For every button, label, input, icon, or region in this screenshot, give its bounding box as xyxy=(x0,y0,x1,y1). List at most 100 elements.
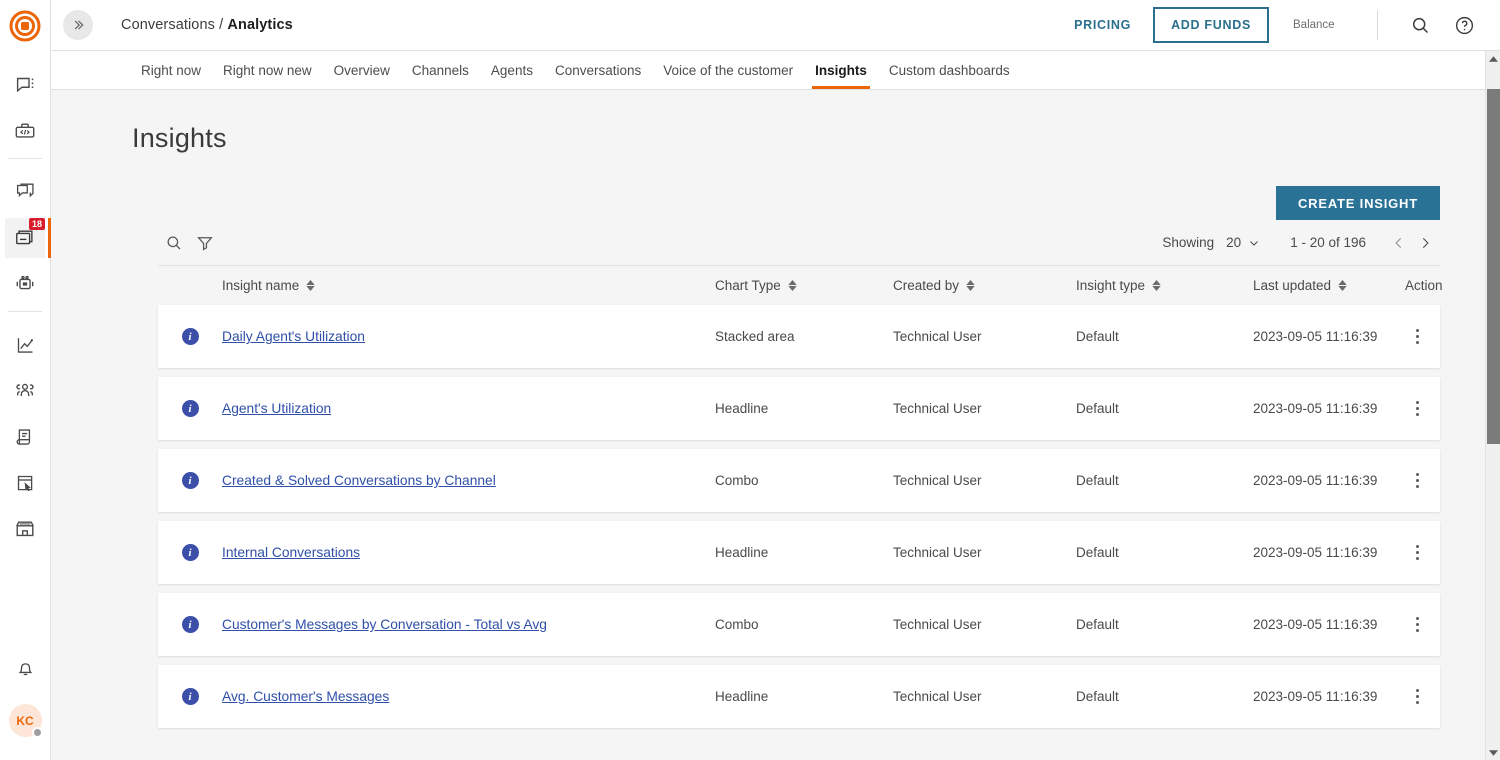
sidebar-item-marketplace[interactable] xyxy=(5,509,45,549)
search-list-button[interactable] xyxy=(160,229,188,257)
top-bar-right: PRICING ADD FUNDS Balance xyxy=(1074,7,1480,43)
row-created-by: Technical User xyxy=(893,473,1076,488)
app-logo[interactable] xyxy=(0,0,51,51)
filter-button[interactable] xyxy=(191,229,219,257)
row-name-cell: Internal Conversations xyxy=(222,545,715,560)
row-info-cell: i xyxy=(158,328,222,345)
expand-sidebar-button[interactable] xyxy=(63,10,93,40)
tab-channels[interactable]: Channels xyxy=(401,51,480,89)
row-insight-type: Default xyxy=(1076,401,1253,416)
row-chart-type: Headline xyxy=(715,689,893,704)
inbox-archive-icon xyxy=(14,227,36,249)
page-scrollbar[interactable] xyxy=(1485,51,1500,760)
table-row[interactable]: i Internal Conversations Headline Techni… xyxy=(158,521,1440,584)
row-action-cell xyxy=(1405,541,1475,565)
tab-right-now-new[interactable]: Right now new xyxy=(212,51,323,89)
search-icon xyxy=(1410,15,1431,36)
chat-menu-icon xyxy=(15,75,36,96)
storefront-icon xyxy=(14,518,36,540)
page-size-select[interactable]: 20 xyxy=(1226,235,1260,250)
help-button[interactable] xyxy=(1448,9,1480,41)
robot-icon xyxy=(14,273,36,295)
row-chart-type: Headline xyxy=(715,545,893,560)
row-created-by: Technical User xyxy=(893,401,1076,416)
tab-insights[interactable]: Insights xyxy=(804,51,878,89)
user-avatar[interactable]: KC xyxy=(9,704,42,737)
pricing-link[interactable]: PRICING xyxy=(1074,18,1131,32)
next-page-button[interactable] xyxy=(1412,230,1438,256)
column-header-insight-name[interactable]: Insight name xyxy=(222,278,715,293)
scrollbar-thumb[interactable] xyxy=(1487,89,1500,444)
breadcrumb-current: Analytics xyxy=(227,17,292,33)
table-row[interactable]: i Created & Solved Conversations by Chan… xyxy=(158,449,1440,512)
tab-custom-dashboards[interactable]: Custom dashboards xyxy=(878,51,1021,89)
column-header-insight-type[interactable]: Insight type xyxy=(1076,278,1253,293)
create-insight-button[interactable]: CREATE INSIGHT xyxy=(1276,186,1440,220)
sidebar-item-widgets[interactable] xyxy=(5,463,45,503)
column-header-created-by[interactable]: Created by xyxy=(893,278,1076,293)
left-nav-rail: 18 xyxy=(0,0,51,760)
prev-page-button[interactable] xyxy=(1386,230,1412,256)
scroll-up-arrow-icon[interactable] xyxy=(1486,51,1500,66)
search-button[interactable] xyxy=(1404,9,1436,41)
sidebar-item-knowledge-base[interactable] xyxy=(5,417,45,457)
column-label: Chart Type xyxy=(715,278,781,293)
kebab-menu-icon[interactable] xyxy=(1405,541,1429,565)
sidebar-item-templates[interactable] xyxy=(5,172,45,212)
notifications-button[interactable] xyxy=(5,648,45,688)
column-label: Created by xyxy=(893,278,959,293)
table-row[interactable]: i Avg. Customer's Messages Headline Tech… xyxy=(158,665,1440,728)
kebab-menu-icon[interactable] xyxy=(1405,469,1429,493)
column-header-chart-type[interactable]: Chart Type xyxy=(715,278,893,293)
info-circle-icon[interactable]: i xyxy=(182,328,199,345)
kebab-menu-icon[interactable] xyxy=(1405,685,1429,709)
insight-name-link[interactable]: Created & Solved Conversations by Channe… xyxy=(222,473,496,488)
insight-name-link[interactable]: Daily Agent's Utilization xyxy=(222,329,365,344)
breadcrumb-parent[interactable]: Conversations xyxy=(121,17,215,33)
insight-name-link[interactable]: Internal Conversations xyxy=(222,545,360,560)
insight-name-link[interactable]: Agent's Utilization xyxy=(222,401,331,416)
analytics-tabs: Right now Right now new Overview Channel… xyxy=(51,51,1500,90)
tab-voice-of-the-customer[interactable]: Voice of the customer xyxy=(652,51,804,89)
kebab-menu-icon[interactable] xyxy=(1405,613,1429,637)
tab-overview[interactable]: Overview xyxy=(323,51,401,89)
scroll-down-arrow-icon[interactable] xyxy=(1486,745,1500,760)
filter-funnel-icon xyxy=(196,234,214,252)
insight-name-link[interactable]: Customer's Messages by Conversation - To… xyxy=(222,617,547,632)
chevron-double-right-icon xyxy=(71,18,85,32)
info-circle-icon[interactable]: i xyxy=(182,400,199,417)
info-circle-icon[interactable]: i xyxy=(182,472,199,489)
row-chart-type: Stacked area xyxy=(715,329,893,344)
info-circle-icon[interactable]: i xyxy=(182,688,199,705)
table-row[interactable]: i Agent's Utilization Headline Technical… xyxy=(158,377,1440,440)
team-people-icon xyxy=(14,380,36,402)
breadcrumb-separator: / xyxy=(219,17,223,33)
table-header: Insight name Chart Type xyxy=(158,266,1440,305)
sort-toggle-icon xyxy=(306,280,315,291)
sidebar-item-inbox[interactable]: 18 xyxy=(5,218,45,258)
info-circle-icon[interactable]: i xyxy=(182,616,199,633)
sidebar-item-conversations[interactable] xyxy=(5,65,45,105)
kebab-menu-icon[interactable] xyxy=(1405,325,1429,349)
add-funds-button[interactable]: ADD FUNDS xyxy=(1153,7,1269,43)
tab-right-now[interactable]: Right now xyxy=(130,51,212,89)
info-circle-icon[interactable]: i xyxy=(182,544,199,561)
sidebar-item-analytics[interactable] xyxy=(5,325,45,365)
tab-conversations[interactable]: Conversations xyxy=(544,51,652,89)
row-name-cell: Daily Agent's Utilization xyxy=(222,329,715,344)
row-info-cell: i xyxy=(158,544,222,561)
tab-agents[interactable]: Agents xyxy=(480,51,544,89)
insight-name-link[interactable]: Avg. Customer's Messages xyxy=(222,689,389,704)
row-chart-type: Combo xyxy=(715,617,893,632)
column-label: Last updated xyxy=(1253,278,1331,293)
sidebar-item-developer-tools[interactable] xyxy=(5,111,45,151)
table-row[interactable]: i Daily Agent's Utilization Stacked area… xyxy=(158,305,1440,368)
row-last-updated: 2023-09-05 11:16:39 xyxy=(1253,473,1405,488)
sidebar-item-bots[interactable] xyxy=(5,264,45,304)
column-header-last-updated[interactable]: Last updated xyxy=(1253,278,1405,293)
sidebar-item-team[interactable] xyxy=(5,371,45,411)
row-last-updated: 2023-09-05 11:16:39 xyxy=(1253,617,1405,632)
kebab-menu-icon[interactable] xyxy=(1405,397,1429,421)
column-header-action: Action xyxy=(1405,278,1475,293)
table-row[interactable]: i Customer's Messages by Conversation - … xyxy=(158,593,1440,656)
